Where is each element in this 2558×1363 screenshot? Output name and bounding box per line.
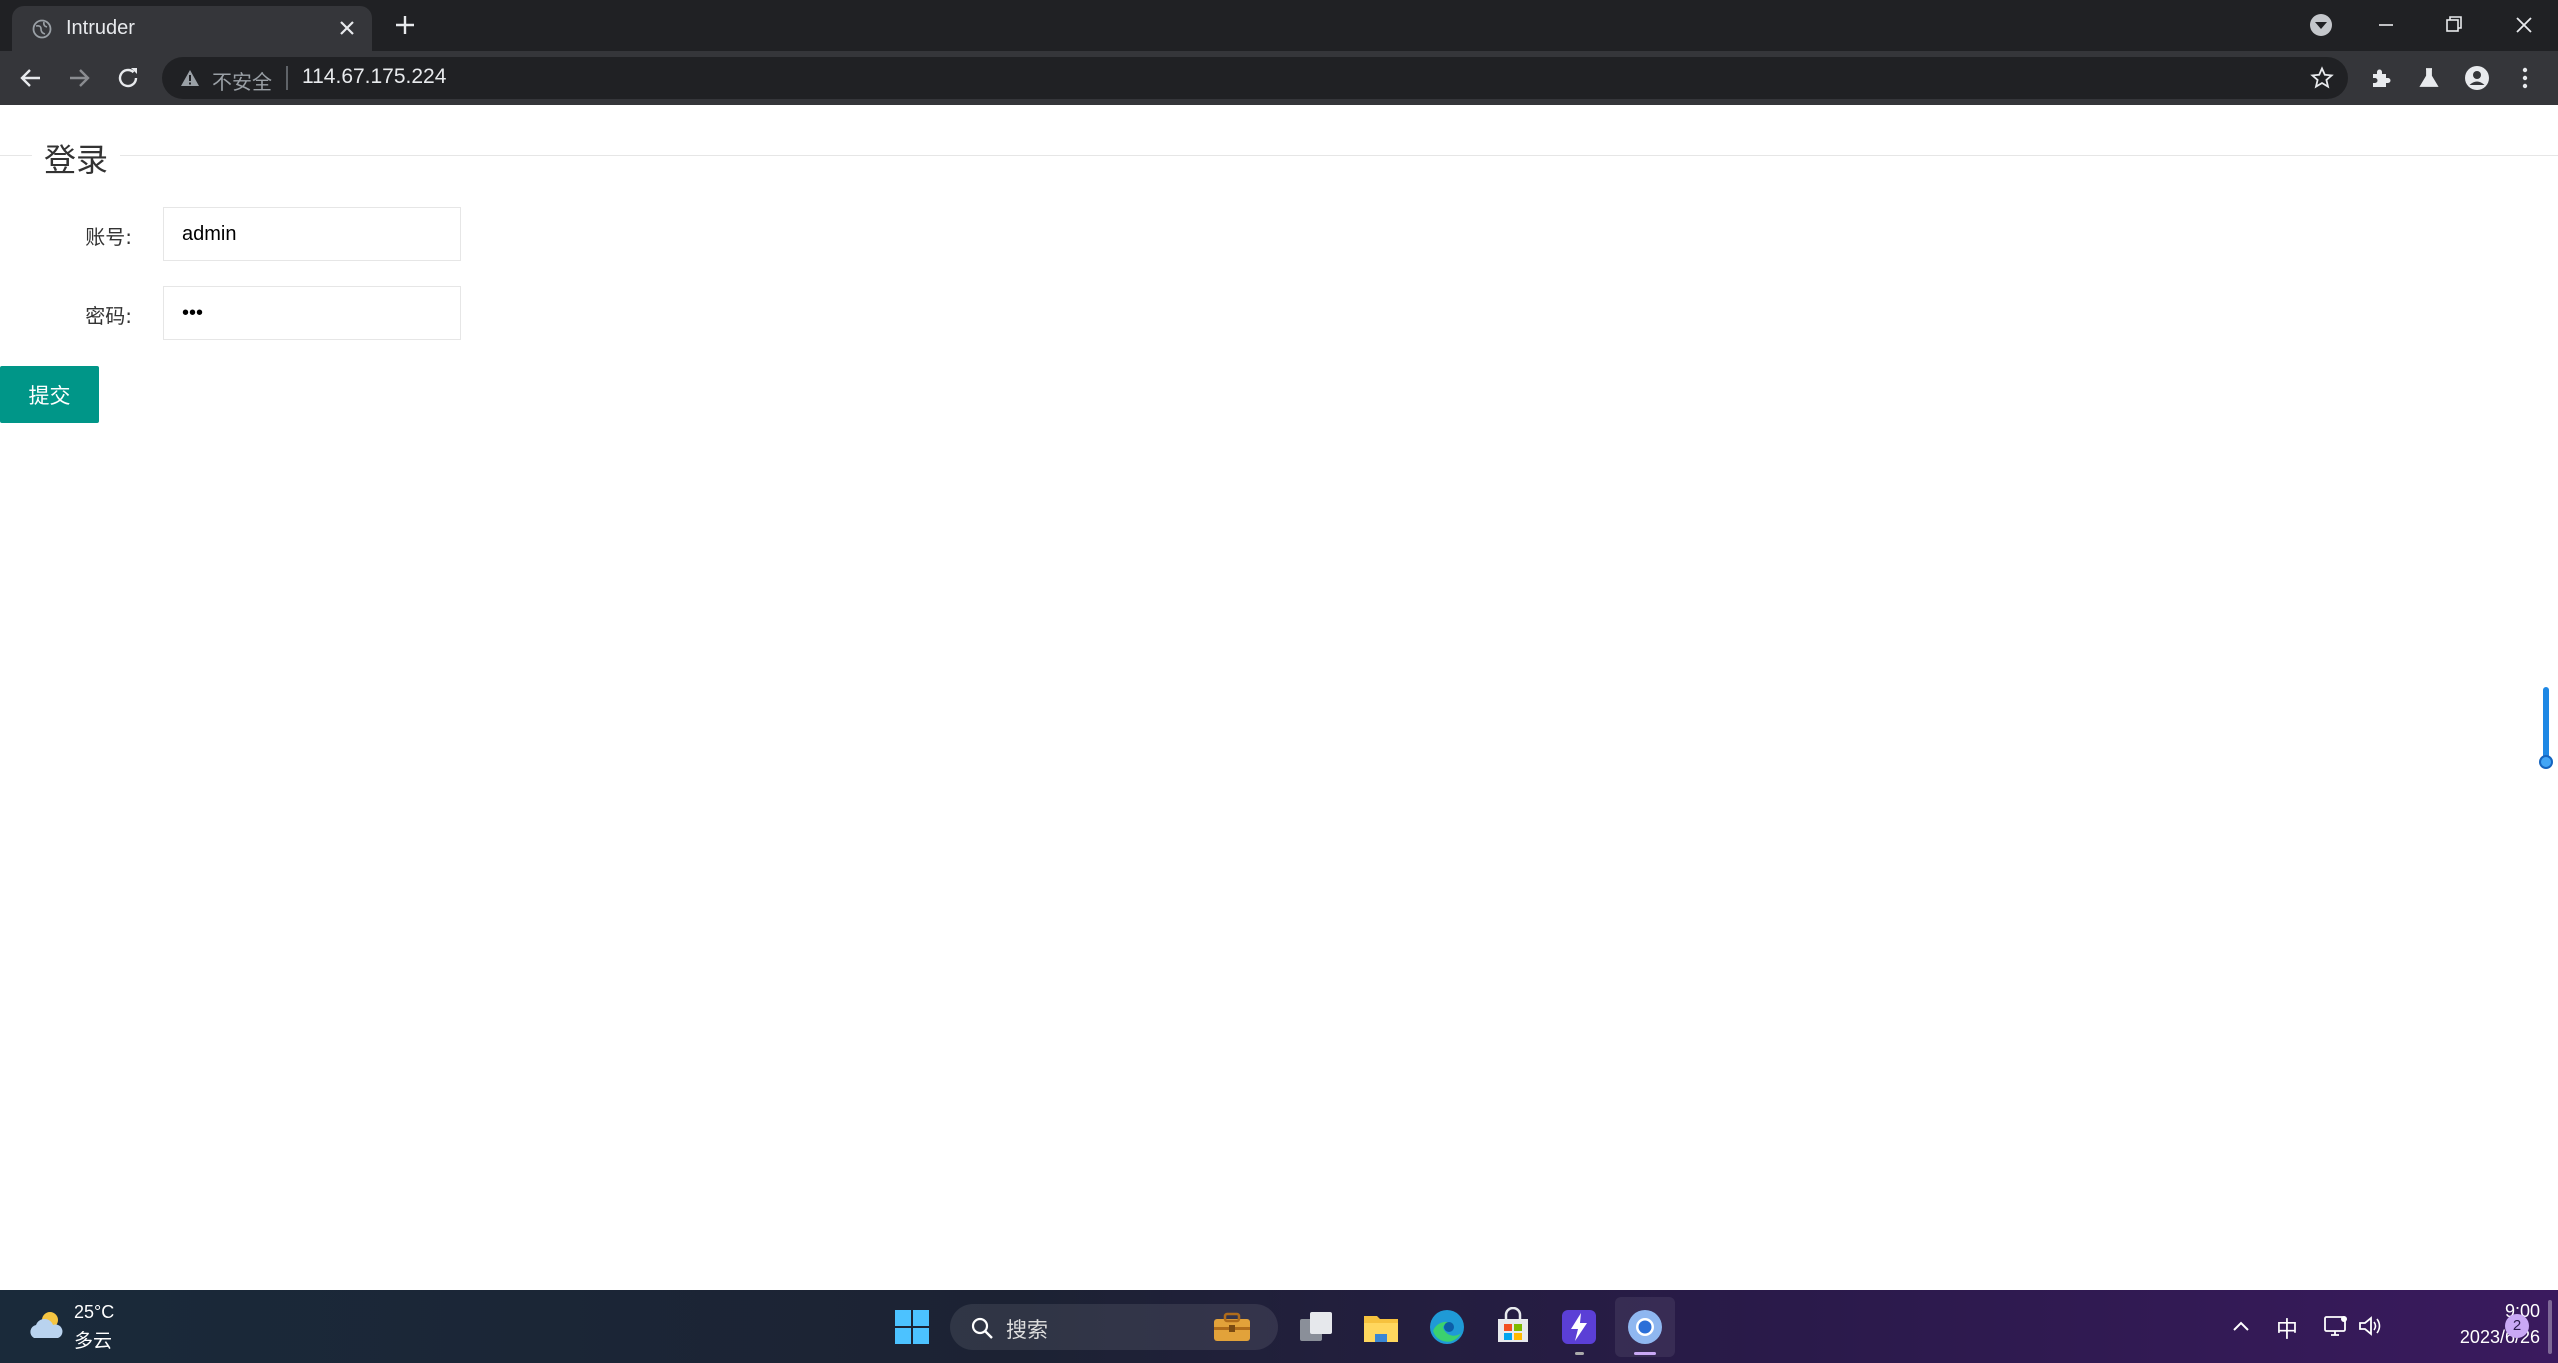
ime-indicator[interactable]: 中	[2276, 1312, 2298, 1344]
browser-tab-bar: Intruder	[0, 0, 2558, 51]
form-legend: 登录	[32, 135, 121, 181]
fieldset-divider	[0, 155, 2558, 156]
password-label: 密码:	[85, 304, 132, 328]
chrome-app-indicator	[1634, 1352, 1656, 1355]
address-separator	[286, 66, 288, 90]
task-view-icon[interactable]	[1296, 1307, 1336, 1347]
url-text[interactable]: 114.67.175.224	[302, 65, 446, 89]
globe-icon	[32, 19, 52, 39]
address-bar[interactable]: 不安全 114.67.175.224	[162, 57, 2348, 99]
security-label[interactable]: 不安全	[212, 66, 272, 95]
labs-flask-icon[interactable]	[2416, 65, 2442, 91]
tab-search-icon[interactable]	[2306, 10, 2336, 40]
minimize-icon[interactable]	[2371, 10, 2401, 40]
restore-icon[interactable]	[2439, 10, 2469, 40]
window-close-icon[interactable]	[2509, 10, 2539, 40]
username-label: 账号:	[85, 225, 132, 249]
back-arrow-icon[interactable]	[18, 65, 44, 91]
briefcase-icon	[1214, 1312, 1250, 1341]
weather-description[interactable]: 多云	[74, 1326, 112, 1353]
file-explorer-icon[interactable]	[1361, 1307, 1401, 1347]
weather-temperature[interactable]: 25°C	[74, 1302, 114, 1323]
chevron-up-icon[interactable]	[2228, 1313, 2254, 1339]
notification-badge[interactable]: 2	[2505, 1314, 2529, 1338]
network-icon[interactable]	[2322, 1312, 2350, 1340]
password-input[interactable]	[163, 286, 461, 340]
extensions-puzzle-icon[interactable]	[2368, 65, 2394, 91]
submit-button[interactable]: 提交	[0, 366, 99, 423]
username-input[interactable]	[163, 207, 461, 261]
page-content: 登录 账号: 密码: 提交	[0, 105, 2558, 1290]
taskbar-search-box[interactable]: 搜索	[950, 1304, 1278, 1350]
edge-browser-icon[interactable]	[1427, 1307, 1467, 1347]
star-icon[interactable]	[2310, 66, 2334, 90]
lightning-app-icon[interactable]	[1559, 1307, 1599, 1347]
browser-toolbar: 不安全 114.67.175.224	[0, 51, 2558, 105]
scroll-handle-knob[interactable]	[2539, 755, 2553, 769]
search-icon	[971, 1317, 993, 1339]
tab-title: Intruder	[66, 17, 135, 39]
search-placeholder: 搜索	[1006, 1318, 1048, 1342]
plus-icon[interactable]	[392, 12, 418, 38]
microsoft-store-icon[interactable]	[1493, 1307, 1533, 1347]
reload-icon[interactable]	[115, 65, 141, 91]
show-desktop-strip[interactable]	[2548, 1300, 2552, 1354]
volume-icon[interactable]	[2356, 1312, 2384, 1340]
forward-arrow-icon[interactable]	[66, 65, 92, 91]
windows-start-icon[interactable]	[892, 1307, 932, 1347]
partly-cloudy-icon[interactable]	[26, 1308, 66, 1344]
profile-avatar-icon[interactable]	[2464, 65, 2490, 91]
kebab-menu-icon[interactable]	[2512, 65, 2538, 91]
warning-icon[interactable]	[180, 68, 200, 88]
chrome-browser-icon[interactable]	[1625, 1307, 1665, 1347]
lightning-app-indicator	[1575, 1352, 1584, 1355]
taskbar: 25°C 多云 搜索 中 9:00 2023/6/26 2	[0, 1290, 2558, 1363]
browser-tab[interactable]: Intruder	[12, 6, 372, 51]
close-icon[interactable]	[336, 17, 358, 39]
